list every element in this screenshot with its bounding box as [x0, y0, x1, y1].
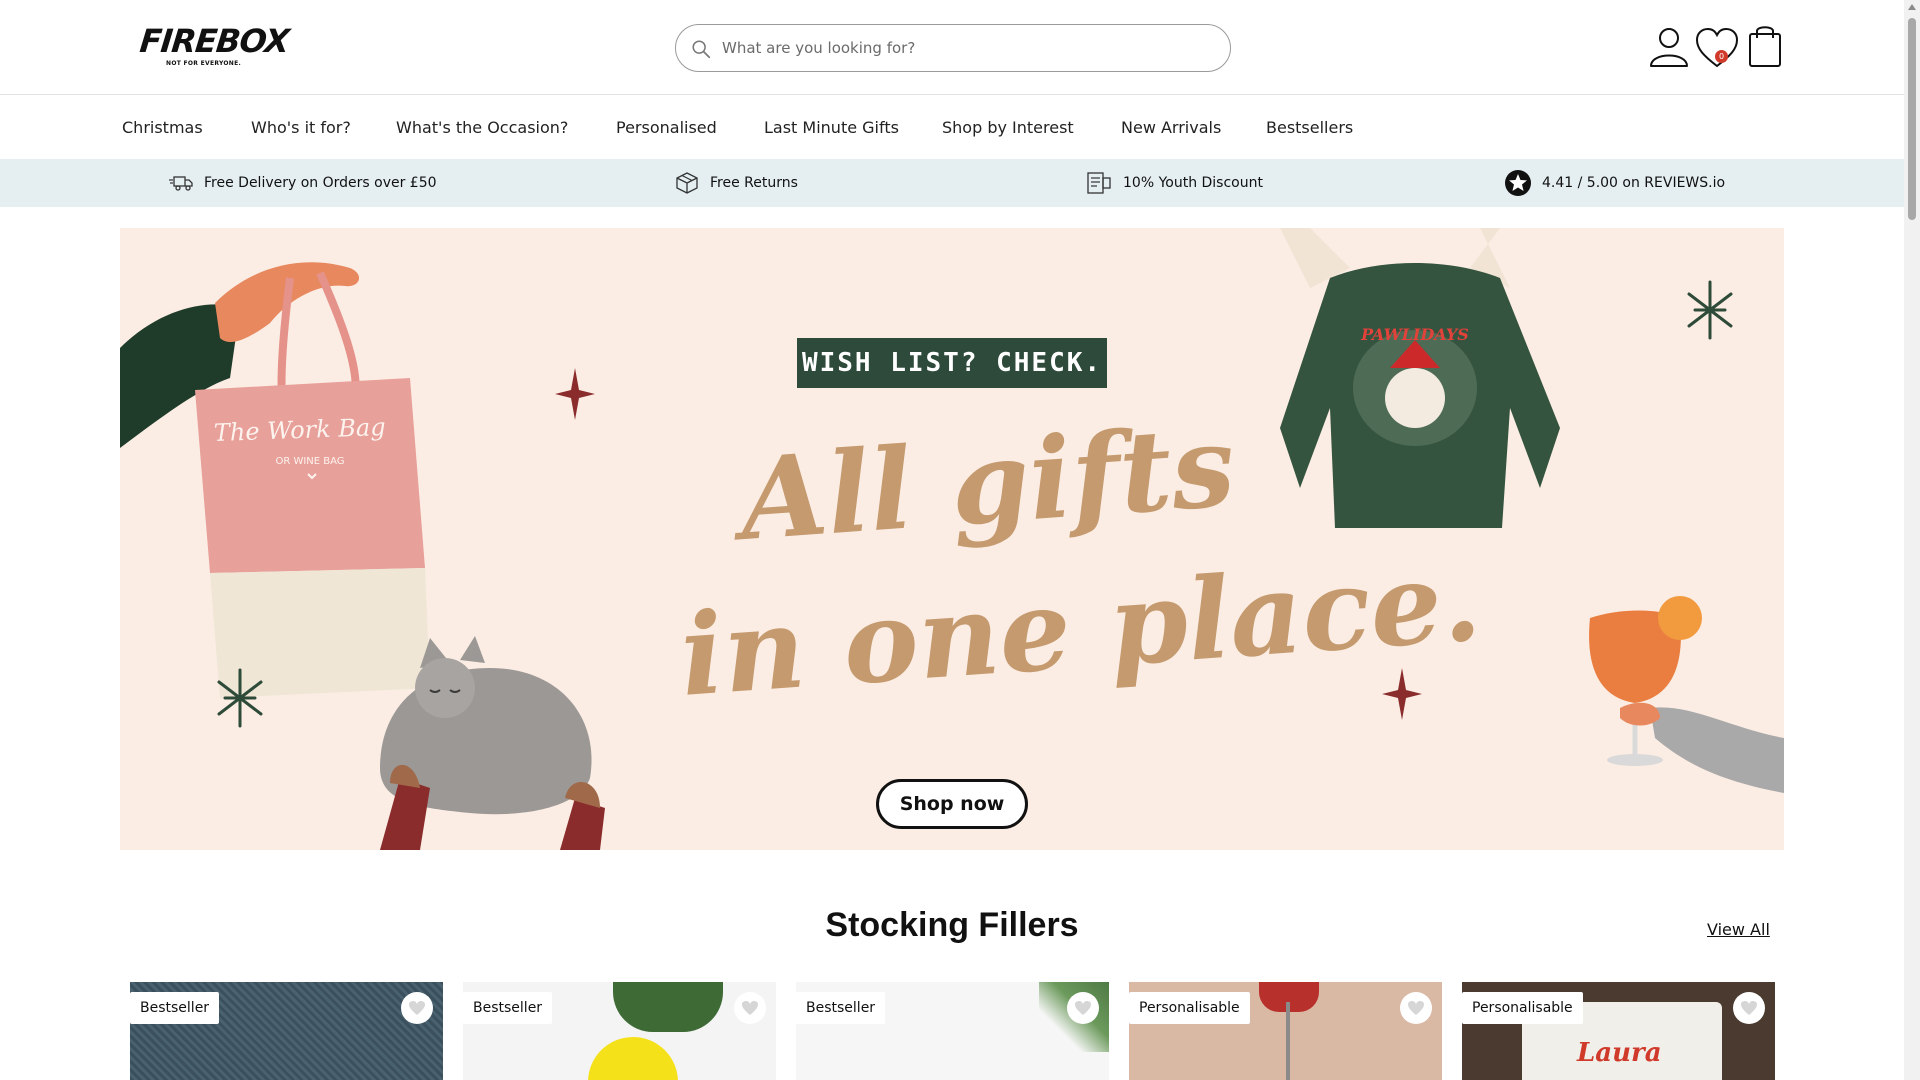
- scroll-up-arrow-icon[interactable]: [1908, 4, 1916, 10]
- product-image: [1286, 1002, 1290, 1080]
- heart-icon: [1075, 1001, 1091, 1015]
- star-badge-icon: [1505, 170, 1531, 196]
- wishlist-count-badge: 0: [1715, 50, 1728, 63]
- usp-youth-discount[interactable]: 10% Youth Discount: [1085, 171, 1263, 195]
- wishlist-toggle[interactable]: [1067, 992, 1099, 1024]
- product-card[interactable]: Laura Personalisable: [1462, 982, 1775, 1080]
- usp-label: Free Returns: [710, 175, 798, 191]
- wishlist-heart-icon[interactable]: [1694, 26, 1740, 72]
- sparkle-icon: [1382, 668, 1422, 720]
- returns-box-icon: [676, 172, 698, 194]
- product-badge: Bestseller: [130, 992, 220, 1024]
- product-card[interactable]: Personalisable: [1129, 982, 1442, 1080]
- scrollbar-thumb[interactable]: [1908, 18, 1916, 220]
- nav-item-bestsellers[interactable]: Bestsellers: [1266, 118, 1353, 137]
- usp-label: 4.41 / 5.00 on REVIEWS.io: [1542, 175, 1726, 191]
- usp-free-returns[interactable]: Free Returns: [674, 171, 798, 195]
- page-scrollbar[interactable]: [1904, 0, 1920, 1080]
- search-input[interactable]: [722, 25, 1212, 71]
- product-card[interactable]: Bestseller: [796, 982, 1109, 1080]
- product-badge: Personalisable: [1462, 992, 1583, 1024]
- search-icon[interactable]: [690, 38, 712, 60]
- wishlist-toggle[interactable]: [1400, 992, 1432, 1024]
- nav-item-shop-by-interest[interactable]: Shop by Interest: [942, 118, 1074, 137]
- site-header: FIREBOX NOT FOR EVERYONE. 0: [0, 0, 1904, 95]
- wishlist-toggle[interactable]: [734, 992, 766, 1024]
- view-all-link[interactable]: View All: [1707, 920, 1770, 939]
- main-nav: Christmas Who's it for? What's the Occas…: [0, 96, 1904, 159]
- nav-item-last-minute-gifts[interactable]: Last Minute Gifts: [764, 118, 899, 137]
- shop-now-button[interactable]: Shop now: [876, 779, 1028, 829]
- product-name-print: Laura: [1577, 1038, 1662, 1068]
- usp-strip: Free Delivery on Orders over £50 Free Re…: [0, 159, 1904, 207]
- product-badge: Bestseller: [463, 992, 553, 1024]
- delivery-truck-icon: [169, 176, 193, 191]
- nav-item-occasion[interactable]: What's the Occasion?: [396, 118, 568, 137]
- usp-reviews[interactable]: 4.41 / 5.00 on REVIEWS.io: [1504, 170, 1726, 196]
- sweater-text: PAWLIDAYS: [1360, 325, 1469, 344]
- nav-item-whos-it-for[interactable]: Who's it for?: [251, 118, 351, 137]
- usp-free-delivery[interactable]: Free Delivery on Orders over £50: [168, 171, 437, 195]
- wishlist-toggle[interactable]: [1733, 992, 1765, 1024]
- product-badge: Personalisable: [1129, 992, 1250, 1024]
- section-title: Stocking Fillers: [825, 906, 1079, 944]
- wishlist-toggle[interactable]: [401, 992, 433, 1024]
- heart-icon: [1408, 1001, 1424, 1015]
- asterisk-star-icon: [217, 668, 263, 728]
- firebox-logo[interactable]: FIREBOX NOT FOR EVERYONE.: [138, 22, 290, 72]
- logo-tagline: NOT FOR EVERYONE.: [166, 60, 242, 67]
- sweater-illustration: PAWLIDAYS: [1280, 228, 1560, 528]
- hero-headline-line1: All gifts: [736, 400, 1239, 567]
- bag-text: The Work Bag: [213, 413, 386, 447]
- shopping-bag-icon[interactable]: [1742, 22, 1788, 68]
- bag-subtext: OR WINE BAG: [275, 456, 344, 467]
- spritz-glass-illustration: [1589, 596, 1784, 793]
- heart-icon: [409, 1001, 425, 1015]
- product-image: [588, 1037, 678, 1080]
- product-card[interactable]: Bestseller: [130, 982, 443, 1080]
- asterisk-star-icon: [1687, 280, 1733, 340]
- nav-item-personalised[interactable]: Personalised: [616, 118, 717, 137]
- heart-icon: [1741, 1001, 1757, 1015]
- wish-list-label: WISH LIST? CHECK.: [797, 338, 1107, 388]
- nav-item-new-arrivals[interactable]: New Arrivals: [1121, 118, 1221, 137]
- sparkle-icon: [555, 368, 595, 420]
- product-card[interactable]: Bestseller: [463, 982, 776, 1080]
- search-bar: [675, 24, 1231, 72]
- usp-label: Free Delivery on Orders over £50: [204, 175, 437, 191]
- cat-pillow-illustration: [380, 636, 605, 850]
- account-icon[interactable]: [1646, 24, 1692, 70]
- logo-wordmark: FIREBOX: [138, 22, 291, 60]
- hero-banner[interactable]: The Work Bag OR WINE BAG WISH LIST? CHEC…: [120, 228, 1784, 850]
- usp-label: 10% Youth Discount: [1123, 175, 1263, 191]
- product-image: [613, 982, 723, 1032]
- nav-item-christmas[interactable]: Christmas: [122, 118, 203, 137]
- product-badge: Bestseller: [796, 992, 886, 1024]
- heart-icon: [742, 1001, 758, 1015]
- discount-card-icon: [1087, 172, 1111, 194]
